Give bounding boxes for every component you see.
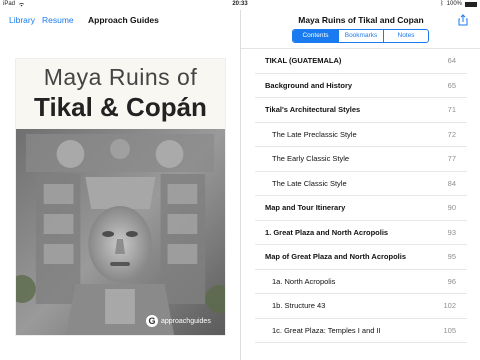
toc-row-page: 96 [447,276,456,286]
toc-row-label: Map and Tour Itinerary [265,203,346,212]
toc-row[interactable]: Background and History 65 [255,74,467,98]
toc-row-page: 102 [443,301,456,310]
toc-row[interactable]: Map and Tour Itinerary 90 [255,196,467,221]
toc-row[interactable]: TIKAL (GUATEMALA) 64 [255,49,467,74]
toc-row-label: TIKAL (GUATEMALA) [265,56,342,65]
cover-pane: Library Resume Approach Guides Maya Ruin… [0,10,240,360]
toc-row[interactable]: The Late Classic Style 84 [255,172,467,196]
toc-row[interactable]: 1. Great Plaza and North Acropolis 93 [255,221,467,245]
toc-row-page: 71 [447,105,456,114]
toc-row[interactable]: 1a. North Acropolis 96 [255,270,467,294]
cover-brand-text: approachguides [161,317,211,325]
toc-row-label: Tikal's Architectural Styles [265,105,361,114]
toc-row-label: Map of Great Plaza and North Acropolis [265,252,406,261]
cover-brand: G approachguides [146,315,211,327]
share-icon[interactable] [458,14,468,26]
toc-row-page: 65 [447,80,456,90]
toc-row[interactable]: Tikal's Architectural Styles 71 [255,98,467,123]
tab-contents[interactable]: Contents [293,30,338,42]
toc-row-page: 105 [443,325,456,335]
toc-row[interactable]: 1c. Great Plaza: Temples I and II 105 [255,319,467,343]
tab-bookmarks[interactable]: Bookmarks [338,30,383,42]
segmented-control: Contents Bookmarks Notes [292,29,429,43]
toc-row-page: 95 [447,252,456,261]
library-button[interactable]: Library [9,15,35,25]
toc-row-page: 93 [447,227,456,237]
status-time: 20:33 [232,1,248,7]
cover-stela-image [16,129,225,335]
toc-row-page: 77 [447,154,456,163]
battery-percent: 100% [446,1,462,7]
cover-title-block: Maya Ruins of Tikal & Copán [16,59,225,129]
toc-row[interactable]: Map of Great Plaza and North Acropolis 95 [255,245,467,270]
resume-button[interactable]: Resume [42,15,74,25]
toc-row-label: The Early Classic Style [272,154,350,163]
bluetooth-icon: ᛒ [440,1,444,7]
cover-title-line2: Tikal & Copán [34,92,207,122]
approachguides-logo-icon: G [146,315,158,327]
tab-notes[interactable]: Notes [383,30,428,42]
left-nav-bar: Library Resume Approach Guides [0,15,240,31]
toc-row[interactable]: The Late Preclassic Style 72 [255,123,467,147]
book-cover[interactable]: Maya Ruins of Tikal & Copán G approachgu… [15,58,226,336]
toc-row-page: 90 [447,203,456,212]
toc-row-label: 1. Great Plaza and North Acropolis [265,227,389,237]
toc-row[interactable]: 1b. Structure 43 102 [255,294,467,319]
toc-row-label: Background and History [265,80,353,90]
toc-row-label: 1c. Great Plaza: Temples I and II [272,325,381,335]
toc-row[interactable]: The Early Classic Style 77 [255,147,467,172]
toc-list: TIKAL (GUATEMALA) 64 Background and Histor… [255,49,467,343]
toc-row-label: The Late Preclassic Style [272,129,357,139]
nav-title: Approach Guides [88,15,159,25]
cover-title-line1: Maya Ruins of [43,64,198,90]
battery-icon [465,1,477,7]
toc-row-page: 72 [447,129,456,139]
toc-pane: Maya Ruins of Tikal and Copan Contents B… [240,10,480,360]
status-bar: iPad 20:33 ᛒ 100% [0,0,480,10]
book-title: Maya Ruins of Tikal and Copan [298,15,424,25]
toc-row-label: 1b. Structure 43 [272,301,326,310]
toc-row-label: 1a. North Acropolis [272,276,336,286]
toc-row-page: 84 [447,178,456,188]
toc-row-page: 64 [447,56,456,65]
toc-row-label: The Late Classic Style [272,178,347,188]
